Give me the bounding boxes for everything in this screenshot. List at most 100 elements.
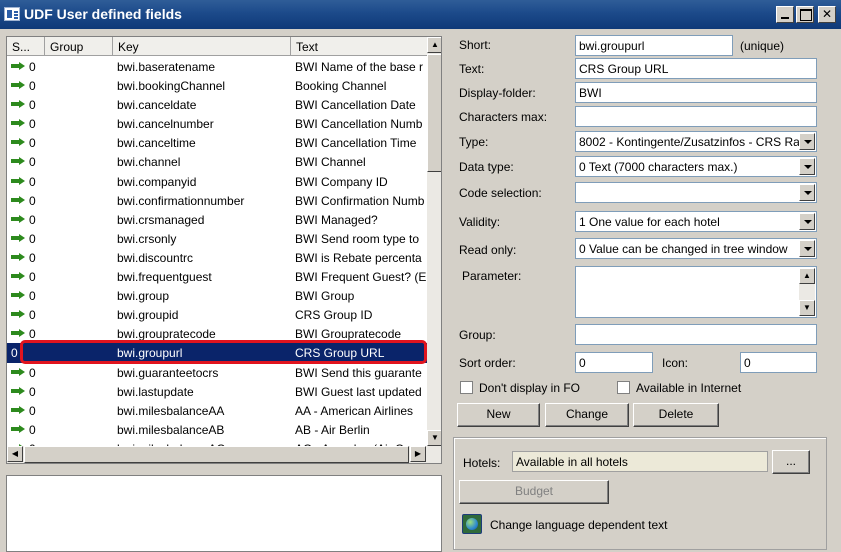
chars-input[interactable]: [575, 106, 817, 127]
internet-label: Available in Internet: [636, 381, 742, 395]
group-cell: [45, 401, 113, 420]
status-cell: 0: [7, 152, 45, 171]
text-cell: BWI Company ID: [295, 174, 388, 189]
parameter-scrollbar[interactable]: ▲ ▼: [799, 268, 815, 316]
table-row[interactable]: 0 bwi.discountrc BWI is Rebate percenta: [7, 248, 427, 267]
table-row[interactable]: 0 bwi.baseratename BWI Name of the base r: [7, 57, 427, 76]
maximize-button[interactable]: [796, 6, 814, 23]
vertical-scrollbar[interactable]: ▲ ▼: [427, 37, 441, 446]
chevron-down-icon[interactable]: [799, 133, 815, 150]
group-cell: [45, 248, 113, 267]
datatype-select[interactable]: 0 Text (7000 characters max.): [575, 156, 817, 177]
vertical-scroll-thumb[interactable]: [427, 54, 441, 172]
group-cell: [45, 267, 113, 286]
key-cell: bwi.groupratecode: [117, 327, 216, 342]
horizontal-scroll-thumb[interactable]: [24, 446, 409, 463]
table-row[interactable]: 0 bwi.milesbalanceAA AA - American Airline…: [7, 401, 427, 420]
scroll-left-button[interactable]: ◀: [7, 446, 23, 462]
minimize-button[interactable]: [776, 6, 794, 23]
status-cell: 0: [7, 363, 45, 382]
table-row[interactable]: 0 bwi.group BWI Group: [7, 286, 427, 305]
table-row[interactable]: 0 bwi.crsonly BWI Send room type to: [7, 229, 427, 248]
no-display-checkbox[interactable]: [460, 381, 473, 394]
scroll-right-button[interactable]: ▶: [410, 446, 426, 462]
sort-input[interactable]: 0: [575, 352, 653, 373]
language-link[interactable]: Change language dependent text: [490, 518, 668, 532]
status-cell: 0: [7, 324, 45, 343]
chevron-down-icon[interactable]: [799, 213, 815, 230]
parameter-input[interactable]: ▲ ▼: [575, 266, 817, 318]
table-row[interactable]: 0 bwi.lastupdate BWI Guest last updated: [7, 382, 427, 401]
delete-button[interactable]: Delete: [633, 403, 719, 427]
arrow-right-icon: [11, 100, 25, 109]
udf-list[interactable]: S... Group Key Text 0 bwi.baseratename BWI…: [6, 36, 442, 464]
budget-button[interactable]: Budget: [459, 480, 609, 504]
readonly-label: Read only:: [459, 243, 517, 257]
table-row[interactable]: 0 bwi.canceldate BWI Cancellation Date: [7, 95, 427, 114]
validity-select[interactable]: 1 One value for each hotel: [575, 211, 817, 232]
codesel-select[interactable]: [575, 182, 817, 203]
short-input[interactable]: bwi.groupurl: [575, 35, 733, 56]
table-row[interactable]: 0 bwi.confirmationnumber BWI Confirmation …: [7, 191, 427, 210]
table-row[interactable]: 0 bwi.cancelnumber BWI Cancellation Numb: [7, 114, 427, 133]
column-status[interactable]: S...: [7, 37, 45, 56]
table-row[interactable]: 0 bwi.companyid BWI Company ID: [7, 172, 427, 191]
readonly-select[interactable]: 0 Value can be changed in tree window: [575, 238, 817, 259]
type-select[interactable]: 8002 - Kontingente/Zusatzinfos - CRS Ra: [575, 131, 817, 152]
scroll-up-button[interactable]: ▲: [799, 268, 815, 284]
hotels-browse-button[interactable]: ...: [772, 450, 810, 474]
status-value: 0: [29, 174, 36, 189]
table-row[interactable]: 0 bwi.groupid CRS Group ID: [7, 305, 427, 324]
column-group[interactable]: Group: [45, 37, 113, 56]
table-row[interactable]: 0 bwi.groupratecode BWI Groupratecode: [7, 324, 427, 343]
folder-label: Display-folder:: [459, 86, 536, 100]
status-cell: 0: [7, 57, 45, 76]
chevron-down-icon[interactable]: [799, 158, 815, 175]
table-row[interactable]: 0 bwi.guaranteetocrs BWI Send this guarant…: [7, 363, 427, 382]
chevron-down-icon[interactable]: [799, 184, 815, 201]
globe-icon[interactable]: [462, 514, 482, 534]
status-value: 0: [29, 231, 36, 246]
status-cell: 0: [7, 114, 45, 133]
unique-note: (unique): [740, 39, 785, 53]
short-label: Short:: [459, 38, 492, 52]
horizontal-scrollbar[interactable]: ◀ ▶: [7, 446, 441, 463]
column-key[interactable]: Key: [113, 37, 291, 56]
column-text[interactable]: Text: [291, 37, 427, 56]
table-row[interactable]: 0 bwi.bookingChannel Booking Channel: [7, 76, 427, 95]
change-button[interactable]: Change: [545, 403, 629, 427]
text-label: Text:: [459, 62, 485, 76]
status-value: 0: [29, 193, 36, 208]
scroll-down-button[interactable]: ▼: [799, 300, 815, 316]
arrow-right-icon: [11, 252, 25, 261]
title-bar: UDF User defined fields ✕: [0, 0, 841, 29]
table-row[interactable]: 0 bwi.crsmanaged BWI Managed?: [7, 210, 427, 229]
status-value: 0: [11, 346, 18, 361]
text-cell: CRS Group URL: [295, 346, 385, 361]
table-row[interactable]: 0 bwi.frequentguest BWI Frequent Guest? (E: [7, 267, 427, 286]
internet-checkbox[interactable]: [617, 381, 630, 394]
key-cell: bwi.groupurl: [117, 346, 183, 361]
group-cell: [45, 343, 113, 362]
folder-input[interactable]: BWI: [575, 82, 817, 103]
table-row[interactable]: 0 bwi.channel BWI Channel: [7, 152, 427, 171]
table-row[interactable]: 0 bwi.milesbalanceAB AB - Air Berlin: [7, 420, 427, 439]
group-input[interactable]: [575, 324, 817, 345]
new-button[interactable]: New: [457, 403, 540, 427]
key-cell: bwi.milesbalanceAC: [113, 439, 291, 446]
chevron-down-icon[interactable]: [799, 240, 815, 257]
icon-input[interactable]: 0: [740, 352, 817, 373]
scroll-down-button[interactable]: ▼: [427, 430, 441, 446]
key-cell: bwi.confirmationnumber: [117, 193, 245, 208]
text-cell: BWI Send this guarante: [295, 365, 422, 380]
text-cell: BWI Channel: [295, 155, 366, 170]
text-input[interactable]: CRS Group URL: [575, 58, 817, 79]
description-memo[interactable]: [6, 475, 442, 552]
table-row[interactable]: 0 bwi.milesbalanceACAC - Aeroplan (Air Ca…: [7, 439, 427, 446]
table-row[interactable]: 0 bwi.canceltime BWI Cancellation Time: [7, 133, 427, 152]
key-cell: bwi.companyid: [117, 174, 197, 189]
key-cell: bwi.guaranteetocrs: [117, 365, 219, 380]
scroll-up-button[interactable]: ▲: [427, 37, 441, 53]
close-button[interactable]: ✕: [818, 6, 836, 23]
table-row[interactable]: 0 bwi.groupurl CRS Group URL: [7, 343, 427, 363]
